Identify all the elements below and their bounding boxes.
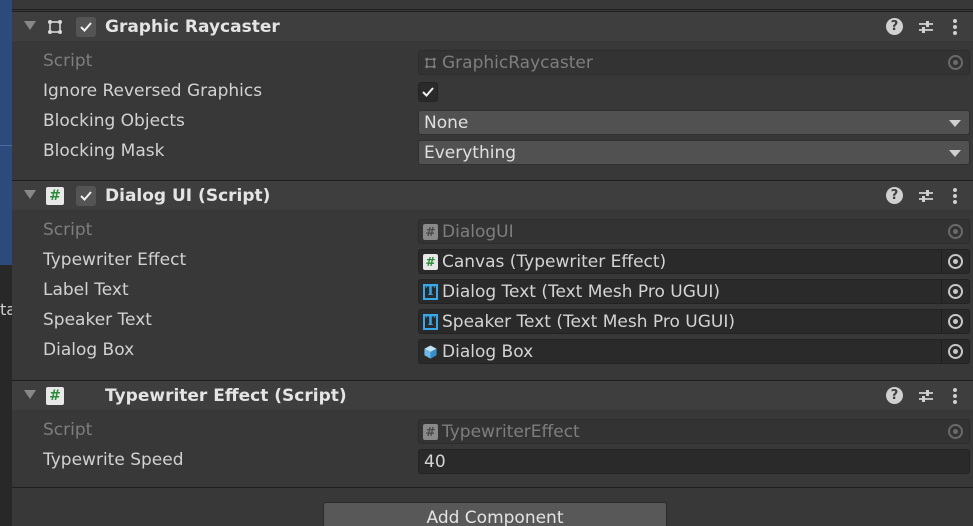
object-picker-icon[interactable]: [948, 314, 963, 329]
dialog-box-object-field[interactable]: Dialog Box: [418, 339, 970, 364]
help-icon[interactable]: ?: [886, 387, 903, 404]
script-label: Script: [43, 51, 93, 71]
ignore-reversed-checkbox[interactable]: [418, 82, 438, 102]
text-mesh-pro-icon: T: [423, 284, 438, 300]
preset-sliders-icon[interactable]: [916, 386, 936, 406]
left-panel-edge: ta: [0, 0, 12, 526]
add-component-button[interactable]: Add Component: [323, 502, 667, 526]
preset-sliders-icon[interactable]: [916, 186, 936, 206]
object-picker-icon: [948, 55, 963, 70]
object-picker-icon[interactable]: [948, 254, 963, 269]
typewriter-effect-row: Typewriter Effect # Canvas (Typewriter E…: [12, 246, 973, 276]
help-icon[interactable]: ?: [886, 187, 903, 204]
components-end-separator: [12, 487, 973, 488]
component-title: Typewriter Effect (Script): [105, 386, 347, 406]
top-separator: [12, 0, 973, 10]
rect-transform-icon: [48, 20, 62, 34]
label-text-row: Label Text T Dialog Text (Text Mesh Pro …: [12, 276, 973, 306]
dialog-ui-header[interactable]: # Dialog UI (Script) ?: [12, 180, 973, 210]
object-picker-icon[interactable]: [948, 284, 963, 299]
script-row: Script # TypewriterEffect: [12, 416, 973, 446]
foldout-arrow-icon[interactable]: [24, 390, 36, 399]
dialog-box-value: Dialog Box: [442, 342, 534, 362]
inspector-panel: Graphic Raycaster ? Script GraphicRaycas…: [12, 0, 973, 526]
script-hash-icon: #: [423, 424, 438, 440]
component-title: Dialog UI (Script): [105, 186, 271, 206]
script-hash-icon: #: [423, 254, 438, 270]
script-row: Script GraphicRaycaster: [12, 47, 973, 77]
typewriter-effect-label: Typewriter Effect: [43, 250, 187, 270]
checkmark-icon: [422, 87, 434, 97]
script-object-field: # DialogUI: [418, 219, 970, 244]
cube-icon: [424, 345, 437, 359]
object-picker-icon: [948, 224, 963, 239]
script-value: GraphicRaycaster: [442, 53, 593, 73]
script-hash-icon: #: [46, 187, 64, 205]
graphic-raycaster-enabled-checkbox[interactable]: [76, 17, 96, 37]
dialog-box-row: Dialog Box Dialog Box: [12, 336, 973, 366]
typewriter-effect-object-field[interactable]: # Canvas (Typewriter Effect): [418, 249, 970, 274]
object-picker-icon: [948, 424, 963, 439]
foldout-arrow-icon[interactable]: [24, 21, 36, 30]
preset-sliders-icon[interactable]: [916, 17, 936, 37]
speaker-text-object-field[interactable]: T Speaker Text (Text Mesh Pro UGUI): [418, 309, 970, 334]
blocking-objects-label: Blocking Objects: [43, 111, 185, 131]
script-value: TypewriterEffect: [442, 422, 580, 442]
label-text-object-field[interactable]: T Dialog Text (Text Mesh Pro UGUI): [418, 279, 970, 304]
kebab-menu-icon[interactable]: [949, 386, 961, 406]
kebab-menu-icon[interactable]: [949, 17, 961, 37]
speaker-text-value: Speaker Text (Text Mesh Pro UGUI): [442, 312, 735, 332]
typewrite-speed-label: Typewrite Speed: [43, 450, 184, 470]
typewrite-speed-input[interactable]: 40: [418, 449, 970, 474]
object-picker-icon[interactable]: [948, 344, 963, 359]
foldout-arrow-icon[interactable]: [24, 190, 36, 199]
typewrite-speed-row: Typewrite Speed 40: [12, 446, 973, 476]
script-label: Script: [43, 220, 93, 240]
component-title: Graphic Raycaster: [105, 17, 280, 37]
blocking-mask-value: Everything: [424, 143, 517, 163]
text-mesh-pro-icon: T: [423, 314, 438, 330]
dialog-ui-enabled-checkbox[interactable]: [76, 186, 96, 206]
script-label: Script: [43, 420, 93, 440]
blocking-objects-dropdown[interactable]: None: [418, 110, 970, 135]
blocking-mask-label: Blocking Mask: [43, 141, 165, 161]
blocking-objects-row: Blocking Objects None: [12, 107, 973, 137]
label-text-value: Dialog Text (Text Mesh Pro UGUI): [442, 282, 720, 302]
left-panel-text-fragment: ta: [0, 300, 12, 319]
rect-transform-icon: [425, 57, 436, 69]
typewriter-effect-header[interactable]: # Typewriter Effect (Script) ?: [12, 380, 973, 410]
chevron-down-icon: [949, 150, 961, 157]
graphic-raycaster-header[interactable]: Graphic Raycaster ?: [12, 11, 973, 41]
speaker-text-label: Speaker Text: [43, 310, 152, 330]
typewriter-effect-value: Canvas (Typewriter Effect): [442, 252, 667, 272]
script-object-field: # TypewriterEffect: [418, 419, 970, 444]
label-text-label: Label Text: [43, 280, 129, 300]
kebab-menu-icon[interactable]: [949, 186, 961, 206]
help-icon[interactable]: ?: [886, 18, 903, 35]
script-hash-icon: #: [46, 387, 64, 405]
script-hash-icon: #: [423, 224, 438, 240]
ignore-reversed-label: Ignore Reversed Graphics: [43, 81, 263, 101]
ignore-reversed-row: Ignore Reversed Graphics: [12, 77, 973, 107]
hierarchy-selection-strip: [0, 0, 12, 265]
chevron-down-icon: [949, 120, 961, 127]
dialog-box-label: Dialog Box: [43, 340, 135, 360]
script-row: Script # DialogUI: [12, 216, 973, 246]
script-value: DialogUI: [442, 222, 514, 242]
typewrite-speed-value: 40: [424, 452, 446, 472]
blocking-mask-dropdown[interactable]: Everything: [418, 140, 970, 165]
script-object-field: GraphicRaycaster: [418, 50, 970, 75]
speaker-text-row: Speaker Text T Speaker Text (Text Mesh P…: [12, 306, 973, 336]
blocking-mask-row: Blocking Mask Everything: [12, 137, 973, 167]
blocking-objects-value: None: [424, 113, 469, 133]
